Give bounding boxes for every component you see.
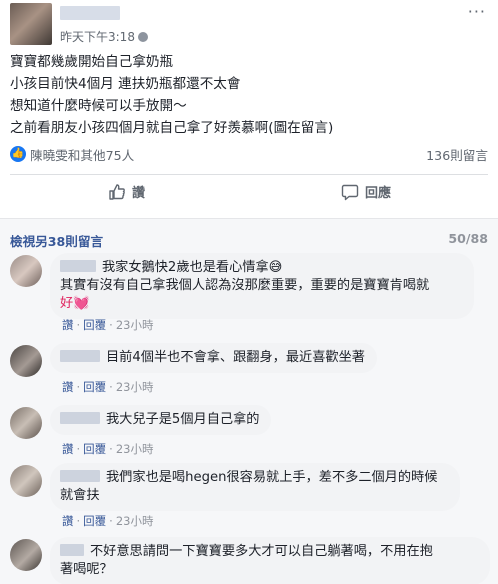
commenter-avatar[interactable] bbox=[10, 465, 42, 497]
post-line: 寶寶都幾歲開始自己拿奶瓶 bbox=[10, 54, 174, 70]
comment-button[interactable]: 回應 bbox=[341, 182, 498, 208]
comment-bubble: 我大兒子是5個月自己拿的 bbox=[50, 405, 272, 435]
comment-reply-link[interactable]: 回覆 bbox=[83, 380, 106, 394]
post-line: 小孩目前快4個月 連扶奶瓶都還不太會 bbox=[10, 76, 241, 92]
view-more-comments-link[interactable]: 檢視另38則留言 bbox=[10, 231, 103, 250]
comment-bubble: 目前4個半也不會拿、跟翻身，最近喜歡坐著 bbox=[50, 343, 377, 373]
comment-bubble: 不好意思請問一下寶寶要多大才可以自己躺著喝，不用在抱 著喝呢？ bbox=[50, 537, 490, 584]
reactions-summary[interactable]: 陳曉雯和其他75人 bbox=[30, 145, 134, 164]
comment-bubble: 我家女鵝快2歲也是看心情拿😅 其實有沒有自己拿我個人認為沒那麼重要，重要的是寶寶… bbox=[50, 253, 474, 319]
post-text: 寶寶都幾歲開始自己拿奶瓶 小孩目前快4個月 連扶奶瓶都還不太會 想知道什麼時候可… bbox=[10, 51, 333, 139]
comment-like-link[interactable]: 讚 bbox=[62, 318, 74, 332]
commenter-avatar[interactable] bbox=[10, 539, 42, 571]
comment-text: 其實有沒有自己拿我個人認為沒那麼重要，重要的是寶寶肯喝就 bbox=[60, 278, 430, 293]
comment-time[interactable]: 23小時 bbox=[116, 514, 154, 528]
comment-time[interactable]: 23小時 bbox=[116, 380, 154, 394]
comment-text: 我大兒子是5個月自己拿的 bbox=[106, 412, 260, 427]
comment-reply-link[interactable]: 回覆 bbox=[83, 442, 106, 456]
comment-text: 不好意思請問一下寶寶要多大才可以自己躺著喝，不用在抱 bbox=[90, 544, 433, 559]
poster-avatar[interactable] bbox=[10, 3, 52, 45]
commenter-name-redacted[interactable] bbox=[60, 412, 100, 424]
comment-like-link[interactable]: 讚 bbox=[62, 514, 74, 528]
more-dots-icon[interactable]: ··· bbox=[468, 2, 486, 21]
comments-count[interactable]: 136則留言 bbox=[426, 145, 488, 164]
globe-icon bbox=[137, 32, 148, 42]
comment-text: 好💓 bbox=[60, 296, 90, 311]
post-actions: 讚 回應 bbox=[0, 178, 498, 210]
comments-section: 檢視另38則留言 50/88 我家女鵝快2歲也是看心情拿😅 其實有沒有自己拿我個… bbox=[0, 218, 498, 584]
commenter-name-redacted[interactable] bbox=[60, 470, 100, 482]
comment-bubble: 我們家也是喝hegen很容易就上手，差不多二個月的時候 就會扶 bbox=[50, 463, 460, 511]
comment-text: 就會扶 bbox=[60, 488, 100, 503]
comment-like-link[interactable]: 讚 bbox=[62, 380, 74, 394]
post-timestamp[interactable]: 昨天下午3:18 bbox=[60, 28, 148, 45]
comment-time[interactable]: 23小時 bbox=[116, 318, 154, 332]
comment-text: 目前4個半也不會拿、跟翻身，最近喜歡坐著 bbox=[106, 350, 365, 365]
post-line: 想知道什麼時候可以手放開～ bbox=[10, 98, 187, 114]
commenter-name-redacted[interactable] bbox=[60, 544, 84, 556]
commenter-avatar[interactable] bbox=[10, 345, 42, 377]
comment-like-link[interactable]: 讚 bbox=[62, 442, 74, 456]
like-reaction-icon: 👍 bbox=[10, 146, 26, 162]
commenter-name-redacted[interactable] bbox=[60, 260, 96, 272]
divider bbox=[10, 174, 488, 175]
like-button[interactable]: 讚 bbox=[108, 182, 145, 208]
comment-bubble-icon bbox=[341, 184, 359, 201]
post-line: 之前看朋友小孩四個月就自己拿了好羨慕啊(圖在留言) bbox=[10, 120, 334, 136]
commenter-name-redacted[interactable] bbox=[60, 350, 100, 362]
comment-time[interactable]: 23小時 bbox=[116, 442, 154, 456]
comment-text: 著喝呢？ bbox=[60, 562, 113, 577]
comment-text: 我們家也是喝hegen很容易就上手，差不多二個月的時候 bbox=[106, 470, 438, 485]
comment-meta: 讚 · 回覆 · 23小時 bbox=[62, 318, 154, 332]
comment-meta: 讚 · 回覆 · 23小時 bbox=[62, 514, 154, 528]
commenter-avatar[interactable] bbox=[10, 255, 42, 287]
poster-name-redacted[interactable] bbox=[60, 6, 120, 20]
comments-pager: 50/88 bbox=[448, 231, 488, 246]
thumbs-up-icon bbox=[109, 184, 125, 200]
comment-reply-link[interactable]: 回覆 bbox=[83, 318, 106, 332]
comment-meta: 讚 · 回覆 · 23小時 bbox=[62, 442, 154, 456]
comment-text: 我家女鵝快2歲也是看心情拿😅 bbox=[102, 260, 283, 275]
post-stats: 👍 陳曉雯和其他75人 136則留言 bbox=[10, 143, 488, 165]
comment-meta: 讚 · 回覆 · 23小時 bbox=[62, 380, 154, 394]
comment-reply-link[interactable]: 回覆 bbox=[83, 514, 106, 528]
commenter-avatar[interactable] bbox=[10, 407, 42, 439]
